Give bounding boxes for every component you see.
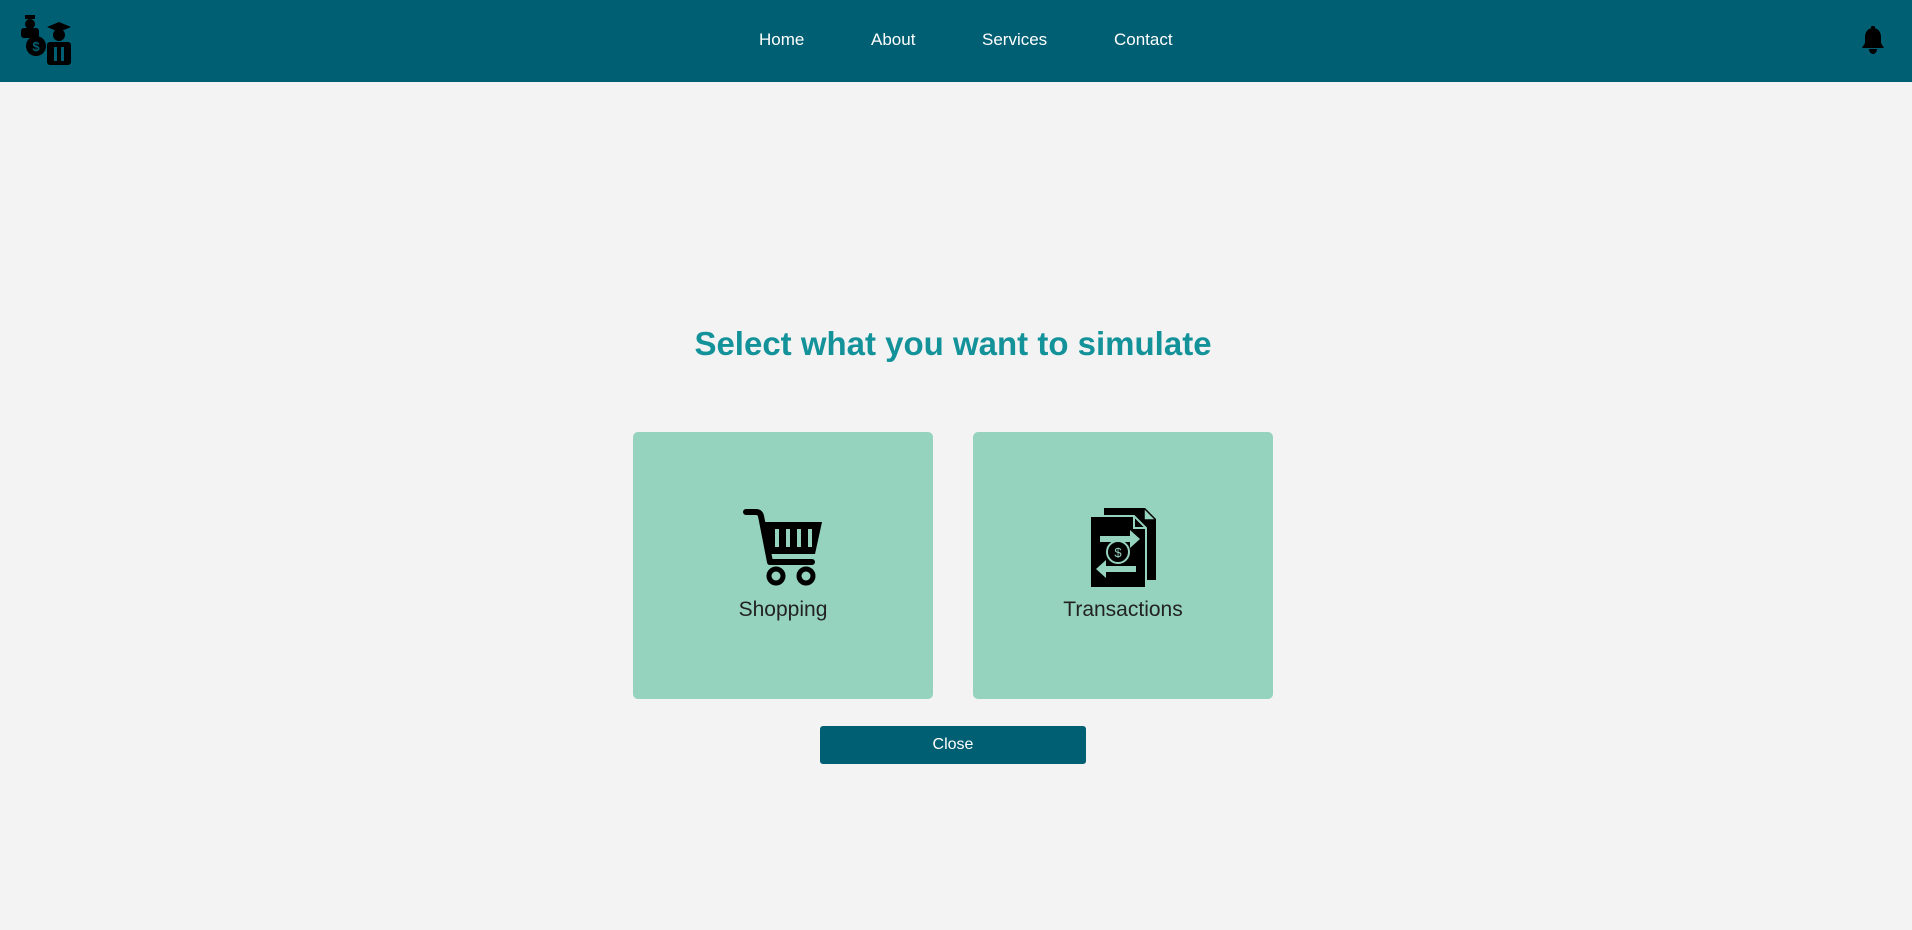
shopping-option-label: Shopping [738,598,828,621]
navbar: $ Home About Services Contact [0,0,1912,82]
nav-home-link[interactable]: Home [759,29,804,51]
shopping-option-card[interactable]: Shopping [633,432,933,699]
svg-text:$: $ [1114,545,1122,560]
shopping-cart-icon [633,508,933,590]
transaction-document-icon: $ [973,508,1273,590]
bell-icon[interactable] [1860,26,1886,54]
nav-links: Home About Services Contact [0,0,1912,82]
transactions-option-label: Transactions [1063,598,1183,621]
nav-about-link[interactable]: About [871,29,915,51]
nav-contact-link[interactable]: Contact [1114,29,1173,51]
nav-services-link[interactable]: Services [982,29,1047,51]
transactions-option-card[interactable]: $ Transactions [973,432,1273,699]
page-title: Select what you want to simulate [694,325,1212,362]
close-button[interactable]: Close [820,726,1086,764]
